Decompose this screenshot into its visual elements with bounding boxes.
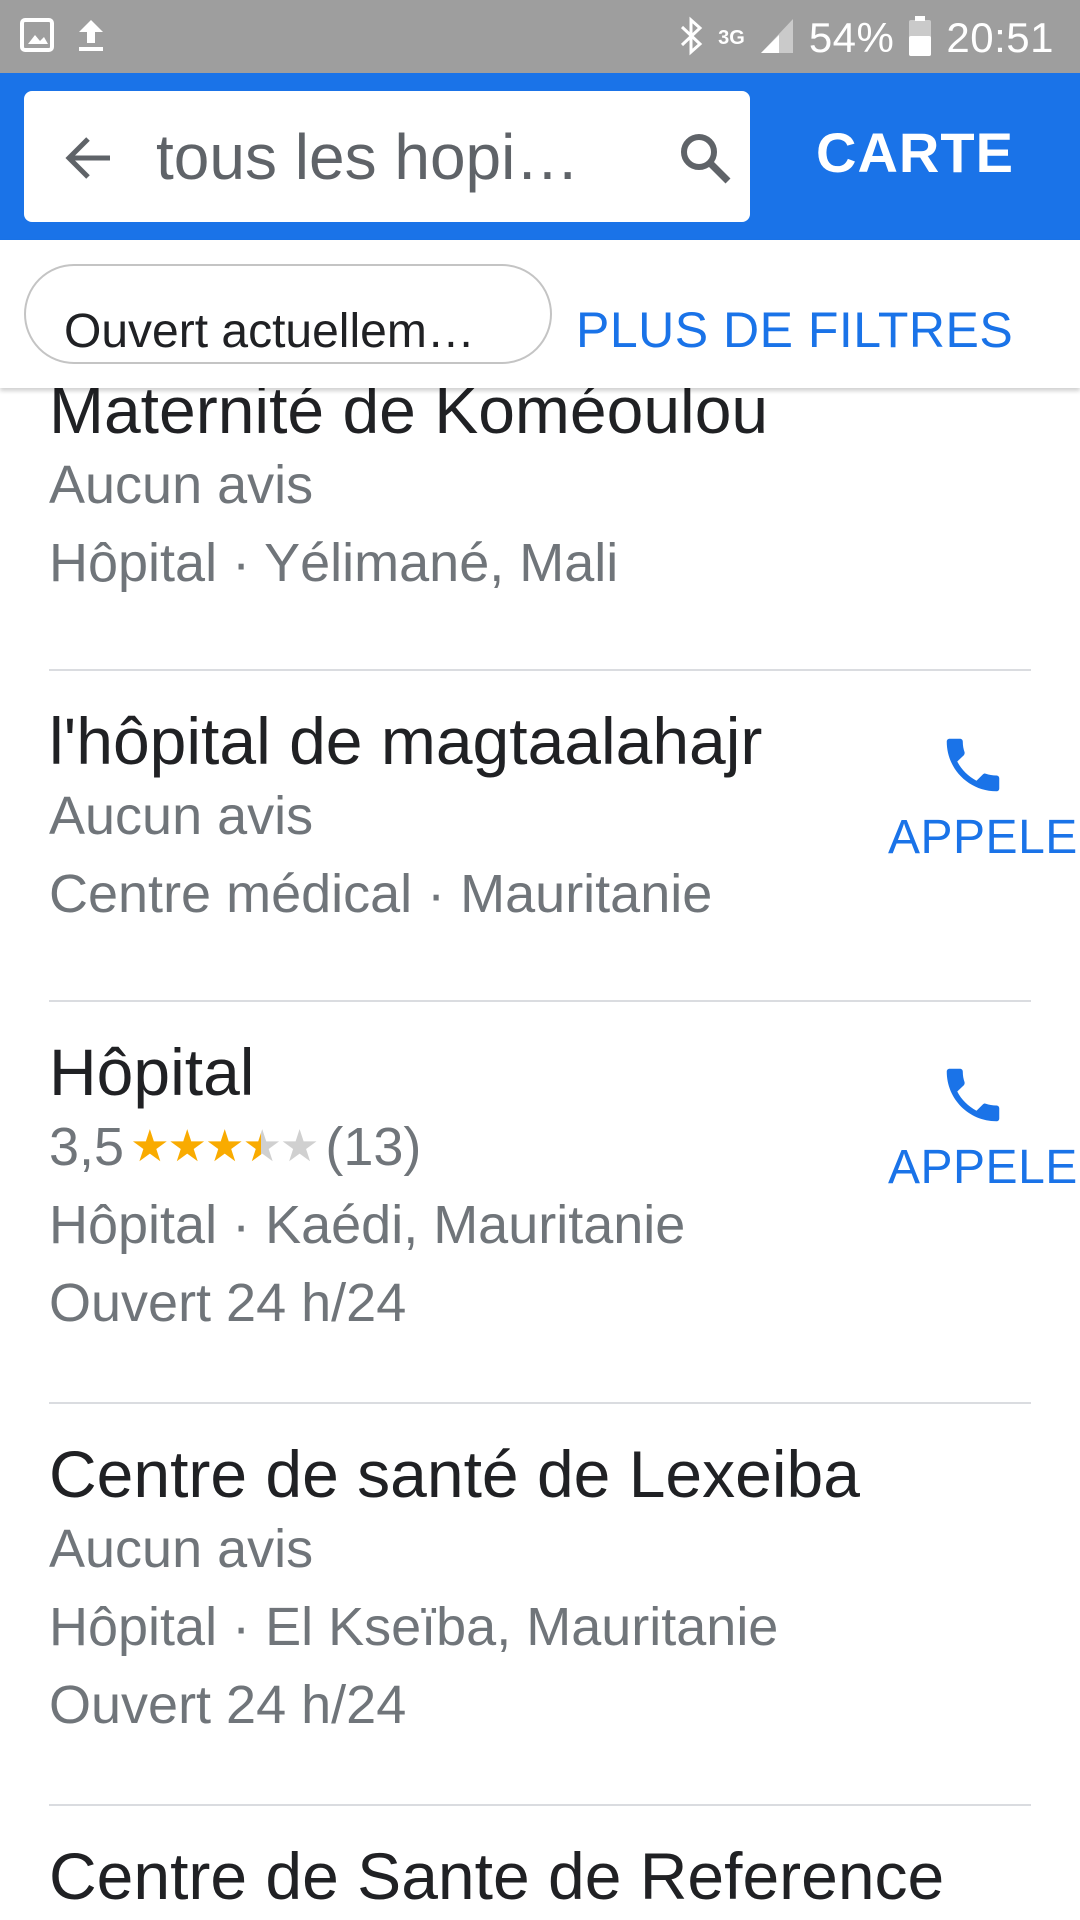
map-button[interactable]: CARTE <box>790 103 1040 203</box>
back-arrow-icon[interactable] <box>62 131 116 185</box>
divider <box>49 1402 1031 1404</box>
rating-value: 3,5 <box>49 1117 125 1177</box>
search-input[interactable]: tous les hopi… <box>156 115 646 199</box>
battery-percent: 54% <box>808 14 895 61</box>
place-name: Centre de santé de Lexeiba <box>49 1437 860 1511</box>
list-item[interactable]: Hôpital 3,5 ★★★★★ (13) Hôpital · Kaédi, Ma… <box>49 1036 1031 1342</box>
place-hours: Ouvert 24 h/24 <box>49 1273 407 1333</box>
place-hours: Ouvert 24 h/24 <box>49 1675 407 1735</box>
open-now-filter-chip[interactable]: Ouvert actuellem… <box>24 264 552 364</box>
list-item[interactable]: Centre de Sante de Reference <box>49 1840 1031 1912</box>
phone-icon <box>938 1060 1008 1130</box>
divider <box>49 669 1031 671</box>
place-name: Maternité de Koméoulou <box>49 388 769 447</box>
divider <box>49 1000 1031 1002</box>
list-item[interactable]: l'hôpital de magtaalahajr Aucun avis Cen… <box>49 705 1031 933</box>
rating-stars: ★★★★★ <box>130 1122 319 1171</box>
divider <box>49 1804 1031 1806</box>
list-item[interactable]: Centre de santé de Lexeiba Aucun avis Hô… <box>49 1438 1031 1744</box>
search-icon[interactable] <box>676 129 734 187</box>
bluetooth-icon <box>678 16 704 61</box>
place-rating-row: 3,5 ★★★★★ (13) <box>49 1108 1031 1186</box>
place-category-location: Hôpital · Kaédi, Mauritanie <box>49 1195 686 1255</box>
place-name: l'hôpital de magtaalahajr <box>49 704 763 778</box>
place-reviews: Aucun avis <box>49 786 314 846</box>
network-type: 3G <box>718 27 745 49</box>
chip-label: Ouvert actuellem… <box>64 305 475 358</box>
place-category-location: Hôpital · Yélimané, Mali <box>49 533 619 593</box>
place-reviews: Aucun avis <box>49 455 314 515</box>
place-name: Hôpital <box>49 1035 255 1109</box>
signal-icon <box>759 17 795 60</box>
more-filters-button[interactable]: PLUS DE FILTRES <box>576 300 1013 360</box>
clock: 20:51 <box>946 14 1054 61</box>
filter-bar: Ouvert actuellem… PLUS DE FILTRES <box>0 240 1080 388</box>
image-icon <box>20 16 54 59</box>
upload-icon <box>76 16 106 59</box>
results-list: Maternité de Koméoulou Aucun avis Hôpita… <box>0 388 1080 1920</box>
battery-icon <box>908 15 932 62</box>
call-label: APPELER <box>888 811 1080 864</box>
phone-icon <box>938 730 1008 800</box>
place-category-location: Centre médical · Mauritanie <box>49 864 713 924</box>
place-reviews: Aucun avis <box>49 1519 314 1579</box>
place-category-location: Hôpital · El Kseïba, Mauritanie <box>49 1597 779 1657</box>
list-item[interactable]: Maternité de Koméoulou Aucun avis Hôpita… <box>49 388 1031 602</box>
search-box[interactable]: tous les hopi… <box>24 91 750 222</box>
app-bar: tous les hopi… CARTE <box>0 73 1080 240</box>
status-bar: 3G 54% 20:51 <box>0 0 1080 73</box>
call-label: APPELER <box>888 1141 1080 1194</box>
review-count: (13) <box>325 1117 422 1177</box>
place-name: Centre de Sante de Reference <box>49 1839 945 1913</box>
